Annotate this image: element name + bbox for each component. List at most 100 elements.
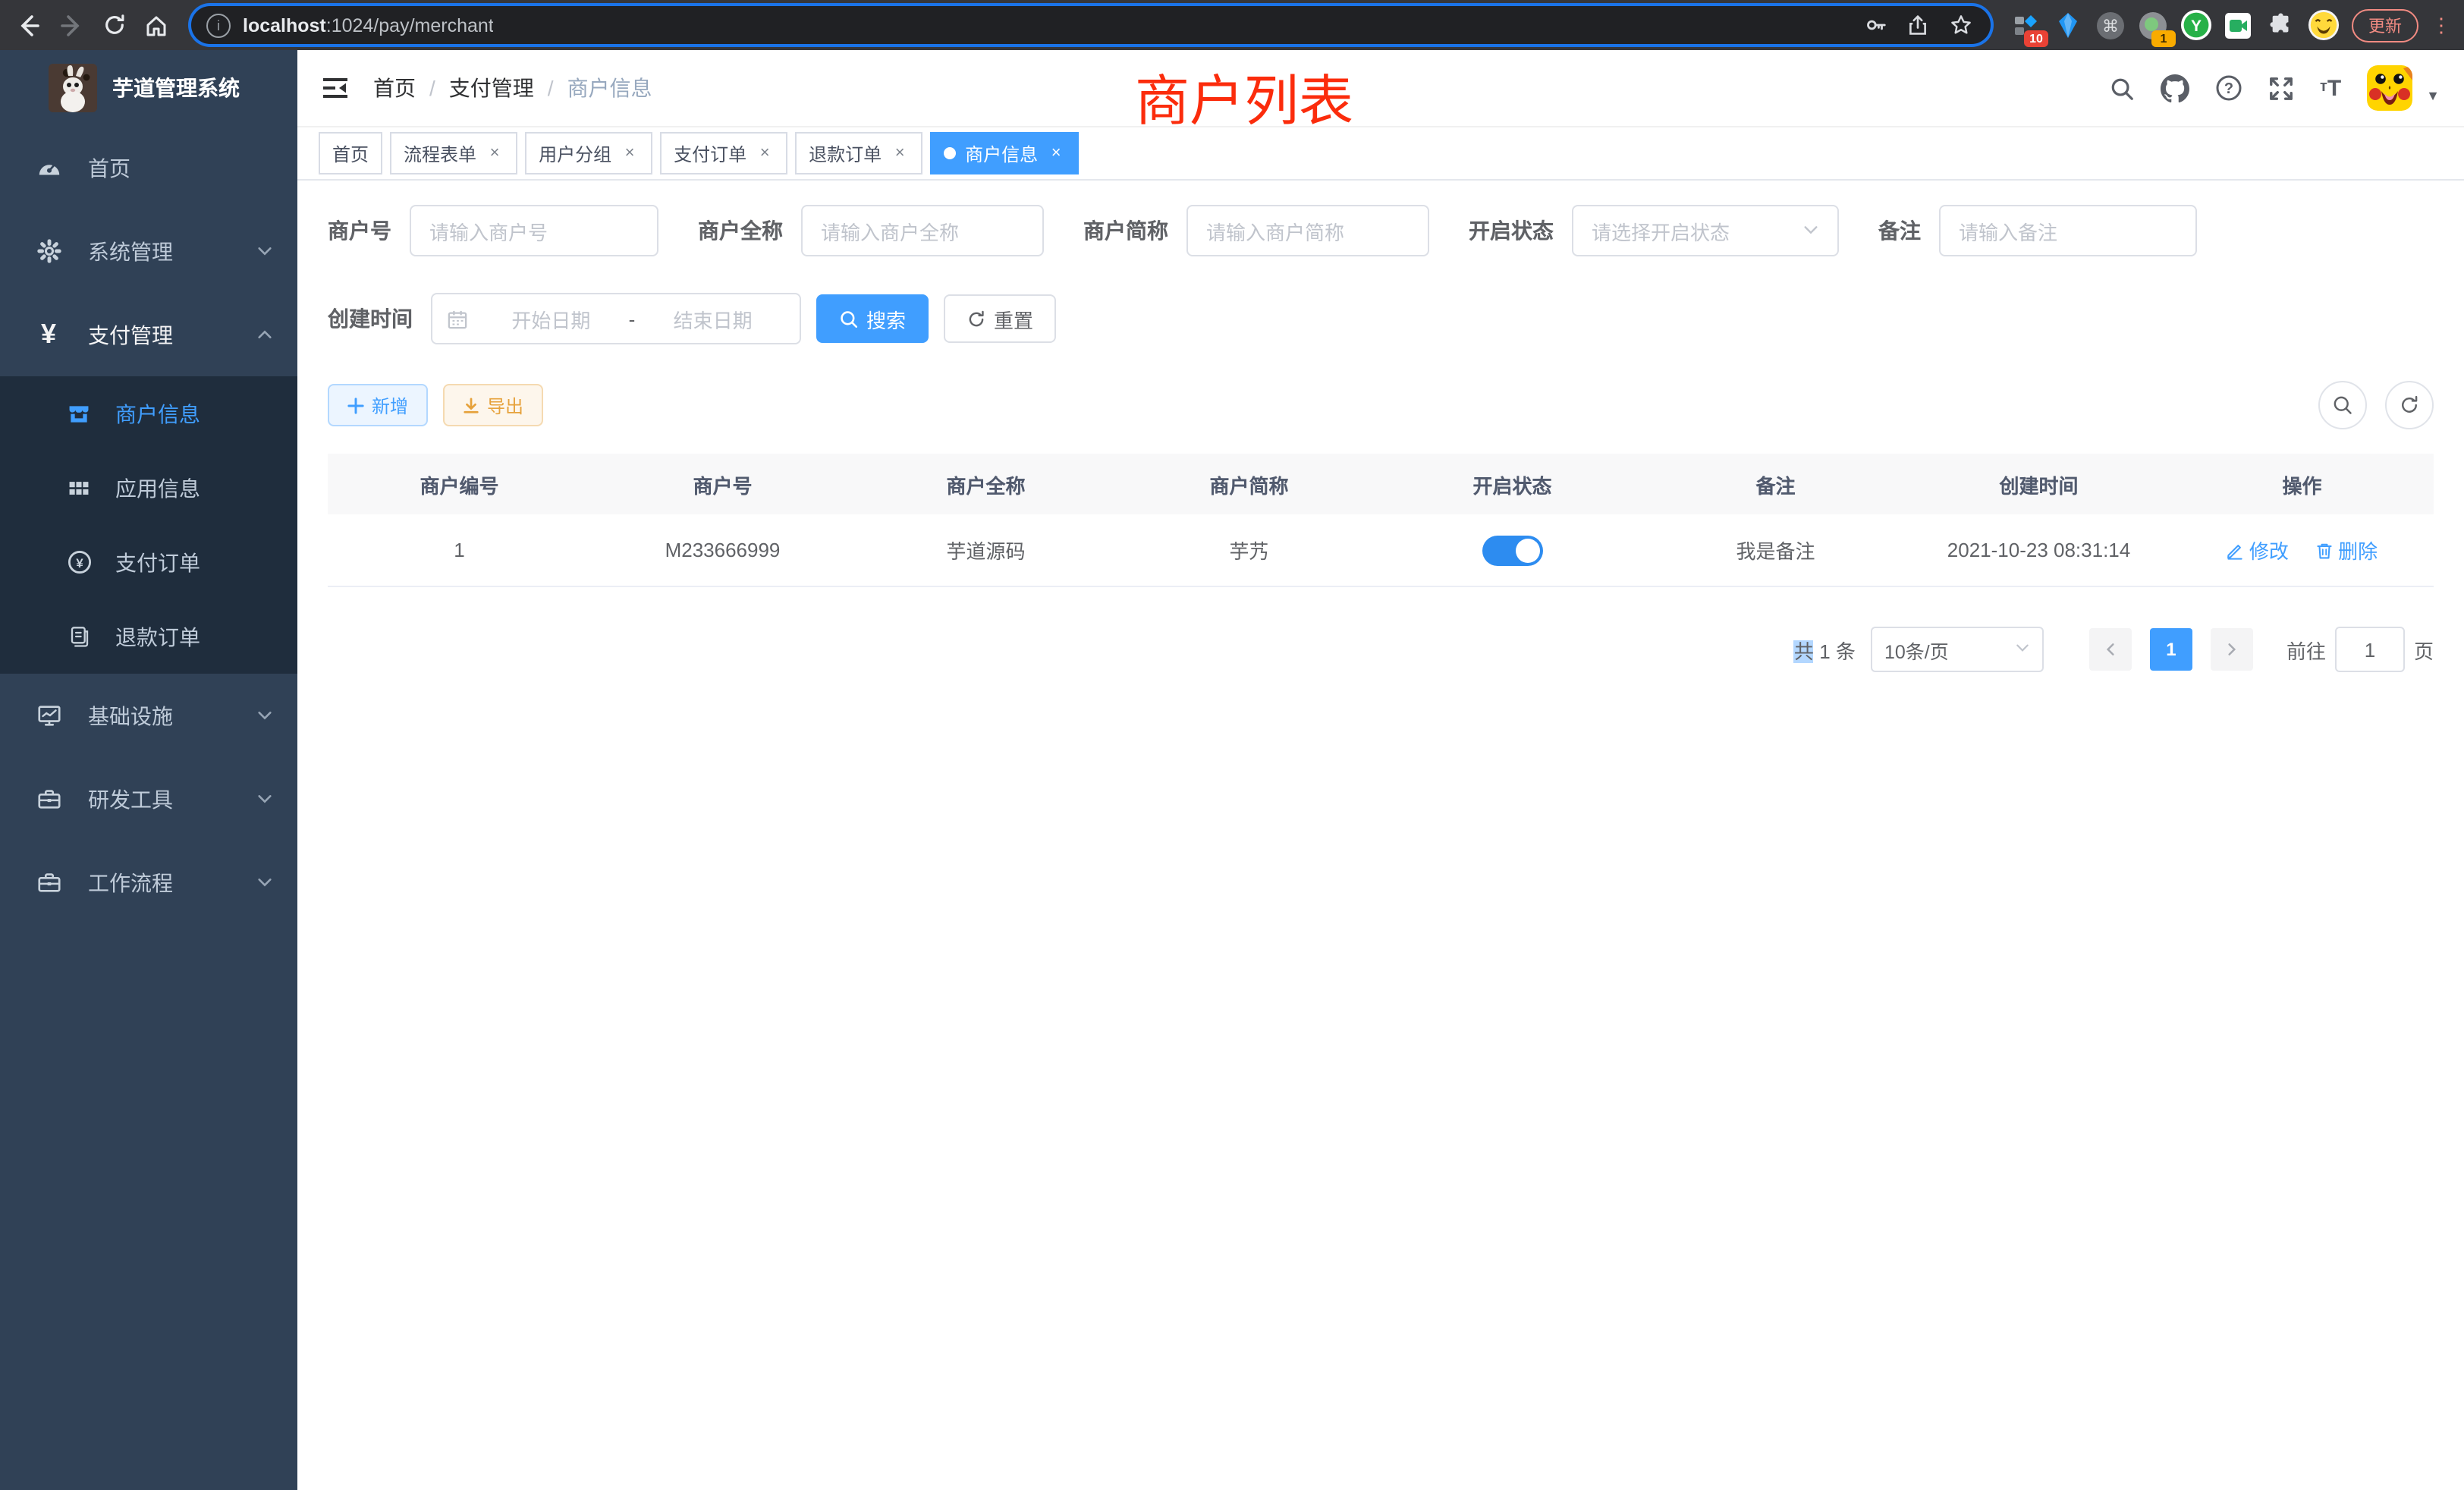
browser-menu-icon[interactable]: ⋮ <box>2431 13 2452 37</box>
share-icon[interactable] <box>1903 10 1933 40</box>
tab-pay-order[interactable]: 支付订单× <box>660 132 787 174</box>
page-size-select[interactable]: 10条/页 <box>1871 627 2044 672</box>
dashboard-icon <box>30 155 67 181</box>
fullscreen-icon[interactable] <box>2268 75 2294 101</box>
page-number-button[interactable]: 1 <box>2150 628 2192 671</box>
screen: i localhost:1024/pay/merchant 10 ⌘ 1 <box>0 0 2464 1490</box>
back-icon[interactable] <box>12 8 46 42</box>
merchant-table: 商户编号 商户号 商户全称 商户简称 开启状态 备注 创建时间 操作 1 M23… <box>328 454 2434 587</box>
prev-page-button[interactable] <box>2089 628 2132 671</box>
full-name-input[interactable]: 请输入商户全称 <box>801 205 1044 256</box>
shop-icon <box>61 401 97 426</box>
add-button[interactable]: 新增 <box>328 384 428 426</box>
cell-actions: 修改 删除 <box>2170 536 2434 564</box>
page-content: 商户号 请输入商户号 商户全称 请输入商户全称 商户简称 请输入商户简称 开启状… <box>297 181 2464 1490</box>
document-icon <box>61 625 97 648</box>
sidebar-item-dev-tools[interactable]: 研发工具 <box>0 757 297 841</box>
extension-gem-icon[interactable] <box>2051 8 2085 42</box>
reload-icon[interactable] <box>97 8 130 42</box>
cell-full-name: 芋道源码 <box>854 536 1117 564</box>
status-toggle[interactable] <box>1482 535 1543 565</box>
payment-submenu: 商户信息 应用信息 ¥ 支付订单 <box>0 376 297 674</box>
chevron-down-icon <box>1802 219 1819 242</box>
top-navbar: 首页 / 支付管理 / 商户信息 ? <box>297 50 2464 127</box>
sidebar-item-system[interactable]: 系统管理 <box>0 209 297 293</box>
short-name-input[interactable]: 请输入商户简称 <box>1186 205 1429 256</box>
cell-merchant-no: M233666999 <box>591 539 854 561</box>
breadcrumb-payment[interactable]: 支付管理 <box>449 73 534 103</box>
tab-refund-order[interactable]: 退款订单× <box>795 132 922 174</box>
user-avatar[interactable] <box>2367 65 2412 111</box>
sidebar-item-refund-order[interactable]: 退款订单 <box>0 599 297 674</box>
toggle-search-button[interactable] <box>2318 381 2367 429</box>
sidebar: 芋道管理系统 首页 系统管理 ¥ 支付管理 <box>0 50 297 1490</box>
tab-process-form[interactable]: 流程表单× <box>390 132 517 174</box>
url-text: localhost:1024/pay/merchant <box>243 14 494 36</box>
chrome-update-button[interactable]: 更新 <box>2352 8 2418 42</box>
close-icon[interactable]: × <box>486 144 504 162</box>
sidebar-item-workflow[interactable]: 工作流程 <box>0 841 297 924</box>
breadcrumb-home[interactable]: 首页 <box>373 73 416 103</box>
filter-label: 创建时间 <box>328 303 413 334</box>
merchant-no-input[interactable]: 请输入商户号 <box>410 205 658 256</box>
help-icon[interactable]: ? <box>2215 74 2242 102</box>
tab-user-group[interactable]: 用户分组× <box>525 132 652 174</box>
profile-avatar-emoji[interactable] <box>2306 8 2340 42</box>
password-key-icon[interactable] <box>1860 10 1890 40</box>
search-button[interactable]: 搜索 <box>816 294 929 343</box>
yen-icon: ¥ <box>30 319 67 350</box>
goto-page-input[interactable]: 1 <box>2335 627 2405 672</box>
svg-text:⌘: ⌘ <box>2102 16 2119 35</box>
close-icon[interactable]: × <box>891 144 909 162</box>
monitor-chart-icon <box>30 703 67 728</box>
avatar-dropdown-caret-icon[interactable]: ▼ <box>2426 88 2440 103</box>
sidebar-item-home[interactable]: 首页 <box>0 126 297 209</box>
remark-input[interactable]: 请输入备注 <box>1939 205 2197 256</box>
app-logo-row[interactable]: 芋道管理系统 <box>0 50 297 126</box>
status-select[interactable]: 请选择开启状态 <box>1572 205 1839 256</box>
site-info-icon[interactable]: i <box>206 13 231 37</box>
extension-meet-icon[interactable] <box>2221 8 2255 42</box>
calendar-icon <box>448 309 467 328</box>
sidebar-item-merchant-info[interactable]: 商户信息 <box>0 376 297 451</box>
next-page-button[interactable] <box>2211 628 2253 671</box>
extension-y-logo-icon[interactable]: Y <box>2179 8 2212 42</box>
close-icon[interactable]: × <box>756 144 774 162</box>
chevron-down-icon <box>256 787 273 811</box>
sidebar-collapse-icon[interactable] <box>319 71 352 105</box>
export-button[interactable]: 导出 <box>443 384 543 426</box>
header-search-icon[interactable] <box>2109 75 2135 101</box>
tab-home[interactable]: 首页 <box>319 132 382 174</box>
extension-grid-icon[interactable]: 10 <box>2009 8 2042 42</box>
tab-merchant-info[interactable]: 商户信息× <box>930 132 1079 174</box>
delete-link[interactable]: 删除 <box>2315 536 2378 564</box>
reset-button[interactable]: 重置 <box>944 294 1056 343</box>
breadcrumb: 首页 / 支付管理 / 商户信息 <box>373 73 652 103</box>
pagination: 共 1 条 10条/页 1 前往 1 <box>328 627 2434 672</box>
sidebar-item-infrastructure[interactable]: 基础设施 <box>0 674 297 757</box>
extension-command-icon[interactable]: ⌘ <box>2094 8 2127 42</box>
create-time-daterange[interactable]: 开始日期 - 结束日期 <box>431 293 801 344</box>
app-title: 芋道管理系统 <box>112 73 240 103</box>
chevron-down-icon <box>256 239 273 263</box>
chevron-down-icon <box>256 703 273 728</box>
sidebar-item-payment[interactable]: ¥ 支付管理 <box>0 293 297 376</box>
toolbox-icon <box>30 786 67 812</box>
chevron-up-icon <box>256 322 273 347</box>
extension-recorder-icon[interactable]: 1 <box>2136 8 2170 42</box>
bookmark-star-icon[interactable] <box>1945 10 1975 40</box>
font-size-icon[interactable]: тT <box>2320 77 2341 99</box>
page-suffix: 页 <box>2414 635 2434 664</box>
refresh-button[interactable] <box>2385 381 2434 429</box>
github-icon[interactable] <box>2161 74 2189 102</box>
close-icon[interactable]: × <box>1047 144 1065 162</box>
forward-icon[interactable] <box>55 8 88 42</box>
home-icon[interactable] <box>140 8 173 42</box>
close-icon[interactable]: × <box>621 144 639 162</box>
sidebar-item-pay-order[interactable]: ¥ 支付订单 <box>0 525 297 599</box>
edit-link[interactable]: 修改 <box>2227 536 2289 564</box>
extensions-puzzle-icon[interactable] <box>2264 8 2297 42</box>
sidebar-item-app-info[interactable]: 应用信息 <box>0 451 297 525</box>
table-row: 1 M233666999 芋道源码 芋艿 我是备注 2021-10-23 08:… <box>328 514 2434 587</box>
address-bar[interactable]: i localhost:1024/pay/merchant <box>191 6 1991 44</box>
